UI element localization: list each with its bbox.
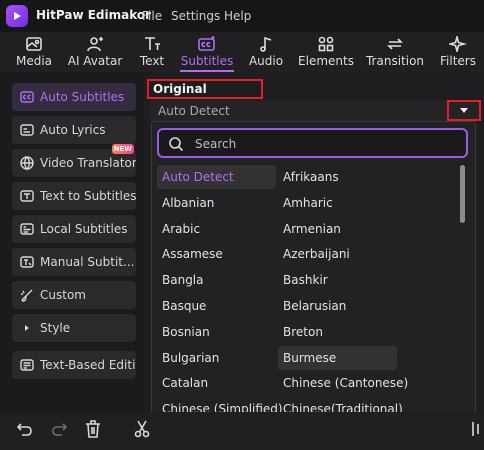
language-option[interactable]: Belarusian	[278, 294, 397, 318]
tab-transition[interactable]: Transition	[366, 32, 424, 72]
tab-elements[interactable]: Elements	[298, 32, 354, 72]
translate-icon	[20, 156, 34, 170]
sidebar-item-label: Text to Subtitles	[40, 189, 136, 203]
menu-help[interactable]: Help	[224, 9, 251, 23]
language-option[interactable]: Azerbaijani	[278, 242, 397, 266]
sparkle-icon	[449, 36, 467, 52]
undo-icon[interactable]	[16, 420, 34, 438]
language-option[interactable]: Chinese (Cantonese)	[278, 371, 408, 395]
language-option[interactable]: Burmese	[278, 346, 397, 370]
tab-text[interactable]: Text	[138, 32, 166, 72]
ai-avatar-icon	[87, 37, 103, 52]
language-option[interactable]: Bangla	[157, 268, 276, 292]
caret-down-icon	[460, 108, 468, 113]
search-icon	[169, 137, 184, 152]
language-option[interactable]: Assamese	[157, 242, 276, 266]
sidebar-item-label: Manual Subtit...	[40, 255, 135, 269]
sidebar-item-auto-subtitles[interactable]: Auto Subtitles	[12, 83, 136, 111]
language-option[interactable]: Afrikaans	[278, 165, 397, 189]
new-badge: NEW	[111, 144, 134, 154]
tab-text-label: Text	[139, 54, 165, 68]
language-dropdown-toggle[interactable]	[447, 100, 481, 121]
sidebar-item-label: Auto Lyrics	[40, 123, 106, 137]
language-select[interactable]: Auto Detect	[150, 101, 480, 121]
sidebar-item-local-subtitles[interactable]: Local Subtitles	[12, 215, 136, 243]
sidebar-item-video-translator[interactable]: Video Translator NEW	[12, 144, 136, 177]
tab-audio[interactable]: Audio	[246, 32, 286, 72]
sidebar-item-auto-lyrics[interactable]: Auto Lyrics	[12, 116, 136, 144]
tab-subtitles-label: Subtitles	[180, 54, 234, 68]
language-select-value: Auto Detect	[158, 104, 230, 118]
language-option[interactable]: Bashkir	[278, 268, 397, 292]
scissors-icon[interactable]	[134, 419, 152, 439]
dropdown-scrollbar[interactable]	[460, 165, 465, 223]
sidebar-item-label: Text-Based Editi...	[40, 358, 136, 372]
language-option[interactable]: Auto Detect	[157, 165, 276, 189]
language-option[interactable]: Arabic	[157, 217, 276, 241]
elements-icon	[318, 36, 334, 52]
language-option[interactable]: Bulgarian	[157, 346, 276, 370]
language-option[interactable]: Catalan	[157, 371, 276, 395]
sidebar-item-label: Custom	[40, 288, 86, 302]
cc-icon	[20, 91, 34, 103]
sidebar-item-label: Local Subtitles	[40, 222, 128, 236]
original-language-title: Original Language	[147, 79, 263, 113]
sidebar-item-manual-subtitles[interactable]: Manual Subtit...	[12, 248, 136, 276]
sidebar-item-label: Video Translator	[40, 156, 136, 170]
tab-subtitles[interactable]: Subtitles	[180, 32, 234, 72]
language-option[interactable]: Breton	[278, 320, 397, 344]
tab-ai-avatar-label: AI Avatar	[67, 54, 123, 68]
redo-icon[interactable]	[50, 420, 68, 438]
language-option[interactable]: Bosnian	[157, 320, 276, 344]
timeline-mark-icon	[472, 422, 479, 436]
sidebar-item-style[interactable]: Style	[12, 314, 136, 342]
timeline-toolbar	[0, 412, 484, 450]
transition-icon	[387, 38, 403, 50]
media-icon	[26, 37, 42, 51]
text-edit-icon	[20, 359, 34, 371]
tab-media-label: Media	[15, 54, 53, 68]
menu-settings[interactable]: Settings	[171, 9, 220, 23]
language-option[interactable]: Amharic	[278, 191, 397, 215]
sidebar-item-text-to-subtitles[interactable]: Text to Subtitles	[12, 182, 136, 210]
tab-transition-label: Transition	[365, 54, 425, 68]
menu-file[interactable]: File	[142, 9, 162, 23]
sidebar-item-label: Auto Subtitles	[40, 90, 125, 104]
title-bar: HitPaw Edimakor File Settings Help	[0, 0, 484, 32]
triangle-right-icon	[25, 325, 29, 331]
delete-icon[interactable]	[84, 419, 102, 439]
play-logo-icon	[6, 5, 28, 27]
text-subtitles-icon	[20, 190, 34, 202]
language-option[interactable]: Albanian	[157, 191, 276, 215]
main-toolbar: Media AI Avatar Text Subtitles Audio Ele…	[0, 32, 484, 102]
sidebar-item-text-based-editing[interactable]: Text-Based Editi...	[12, 351, 136, 379]
app-name: HitPaw Edimakor	[36, 8, 152, 22]
tab-audio-label: Audio	[248, 54, 284, 68]
local-subtitles-icon	[20, 223, 34, 235]
tab-media[interactable]: Media	[14, 32, 54, 72]
lyrics-icon	[20, 124, 34, 136]
language-search[interactable]	[157, 128, 468, 158]
subtitles-icon	[198, 36, 215, 51]
sidebar-item-label: Style	[40, 321, 71, 335]
tab-ai-avatar[interactable]: AI Avatar	[66, 32, 124, 72]
language-option[interactable]: Basque	[157, 294, 276, 318]
sidebar-item-custom[interactable]: Custom	[12, 281, 136, 309]
tab-elements-label: Elements	[298, 54, 354, 68]
language-option[interactable]: Armenian	[278, 217, 397, 241]
search-input[interactable]	[193, 134, 457, 154]
manual-subtitles-icon	[20, 256, 34, 268]
music-note-icon	[260, 36, 272, 52]
text-icon	[145, 37, 160, 50]
custom-brush-icon	[21, 289, 33, 302]
